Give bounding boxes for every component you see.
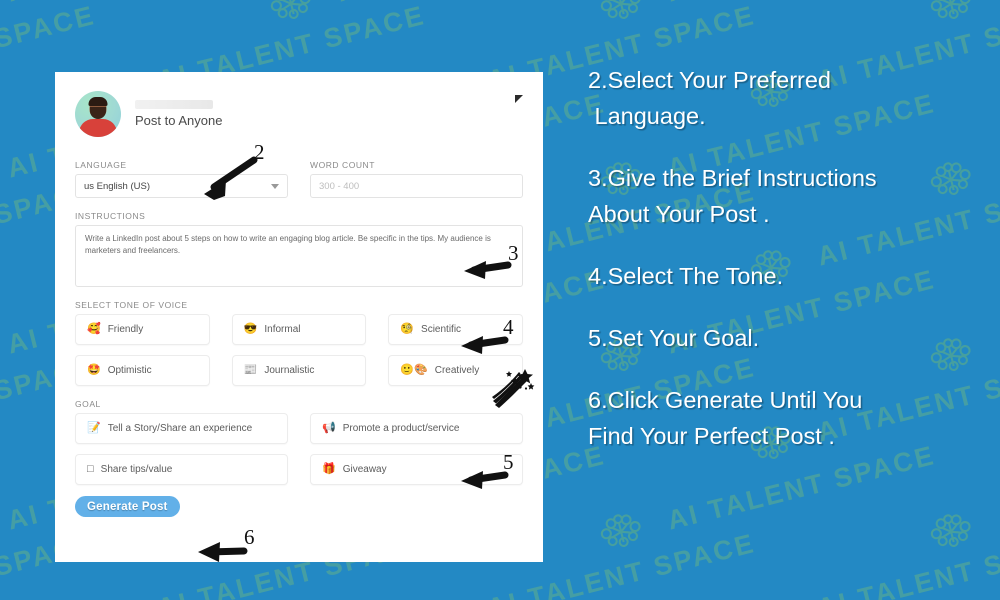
emoji-icon: 📰 <box>243 364 258 376</box>
profile-header: Post to Anyone <box>75 86 523 142</box>
goal-option-share-tips-value[interactable]: □ Share tips/value <box>75 454 288 485</box>
annotation-5: 5 <box>455 450 545 499</box>
arrow-left-icon <box>461 471 509 489</box>
annotation-number: 4 <box>503 315 514 339</box>
annotation-3: 3 <box>458 241 548 289</box>
step-4: 4.Select The Tone. <box>588 258 988 294</box>
step-line: 4.Select The Tone. <box>588 263 784 289</box>
chevron-icon[interactable] <box>515 95 523 103</box>
annotation-4: 4 <box>455 315 545 364</box>
brain-logo-icon <box>600 0 641 20</box>
word-count-label: WORD COUNT <box>310 160 375 170</box>
tone-option-journalistic[interactable]: 📰 Journalistic <box>231 355 367 386</box>
brain-logo-icon <box>270 0 311 20</box>
instructions-label: INSTRUCTIONS <box>75 211 146 221</box>
redacted-user-name <box>135 100 213 109</box>
emoji-icon: 😎 <box>243 323 258 335</box>
annotation-2: 2 <box>196 140 286 200</box>
option-label: Tell a Story/Share an experience <box>107 423 253 434</box>
tone-option-optimistic[interactable]: 🤩 Optimistic <box>75 355 210 386</box>
option-label: Friendly <box>107 324 144 335</box>
language-value: us English (US) <box>84 180 150 192</box>
tone-label: SELECT TONE OF VOICE <box>75 300 188 310</box>
magic-wand-icon <box>492 369 535 408</box>
arrow-left-icon <box>464 261 512 279</box>
step-line: Find Your Perfect Post . <box>588 423 835 449</box>
annotation-number: 6 <box>244 525 255 549</box>
emoji-icon: 🙂🎨 <box>400 364 428 376</box>
step-line: 2.Select Your Preferred <box>588 67 831 93</box>
annotation-number: 5 <box>503 450 514 474</box>
option-label: Promote a product/service <box>342 423 460 434</box>
annotation-number: 2 <box>254 140 265 164</box>
tone-option-friendly[interactable]: 🥰 Friendly <box>75 314 210 345</box>
goal-option-tell-a-story-share-an-experience[interactable]: 📝 Tell a Story/Share an experience <box>75 413 288 444</box>
option-label: Giveaway <box>342 464 387 475</box>
step-line: About Your Post . <box>588 201 770 227</box>
post-audience-label[interactable]: Post to Anyone <box>135 113 222 128</box>
option-label: Share tips/value <box>100 464 173 475</box>
arrow-down-left-icon <box>204 156 258 200</box>
emoji-icon: 🥰 <box>87 323 101 335</box>
brain-logo-icon <box>415 596 467 600</box>
goal-option-promote-a-product-service[interactable]: 📢 Promote a product/service <box>310 413 523 444</box>
option-label: Optimistic <box>107 365 152 376</box>
generate-post-button[interactable]: Generate Post <box>75 496 180 517</box>
step-line: 5.Set Your Goal. <box>588 325 760 351</box>
brain-logo-icon <box>85 596 137 600</box>
step-6: 6.Click Generate Until You Find Your Perf… <box>588 382 988 454</box>
option-label: Creatively <box>434 365 480 376</box>
annotation-number: 3 <box>508 241 519 265</box>
instructions-textarea[interactable]: Write a LinkedIn post about 5 steps on h… <box>75 225 523 287</box>
emoji-icon: 🤩 <box>87 364 101 376</box>
option-label: Informal <box>264 324 301 335</box>
arrow-left-icon <box>461 336 509 354</box>
emoji-icon: 🧐 <box>400 323 415 335</box>
step-line: 6.Click Generate Until You <box>588 387 863 413</box>
emoji-icon: 🎁 <box>322 463 336 475</box>
emoji-icon: 📝 <box>87 422 101 434</box>
brain-logo-icon <box>745 596 797 600</box>
step-5: 5.Set Your Goal. <box>588 320 988 356</box>
word-count-placeholder: 300 - 400 <box>319 180 360 192</box>
steps-instructions: 2.Select Your Preferred Language. 3.Give … <box>588 62 988 480</box>
option-label: Journalistic <box>264 365 315 376</box>
emoji-icon: □ <box>87 463 94 475</box>
brain-logo-icon <box>930 514 971 548</box>
word-count-input[interactable]: 300 - 400 <box>310 174 523 198</box>
step-line: 3.Give the Brief Instructions <box>588 165 877 191</box>
tone-option-informal[interactable]: 😎 Informal <box>231 314 367 345</box>
arrow-left-icon <box>198 542 248 562</box>
avatar <box>75 91 121 137</box>
step-3: 3.Give the Brief Instructions About Your … <box>588 160 988 232</box>
brain-logo-icon <box>930 0 971 20</box>
step-line: Language. <box>588 103 706 129</box>
emoji-icon: 📢 <box>322 422 336 434</box>
step-2: 2.Select Your Preferred Language. <box>588 62 988 134</box>
annotation-6: 6 <box>192 525 282 572</box>
goal-label: GOAL <box>75 399 101 409</box>
brain-logo-icon <box>600 514 641 548</box>
